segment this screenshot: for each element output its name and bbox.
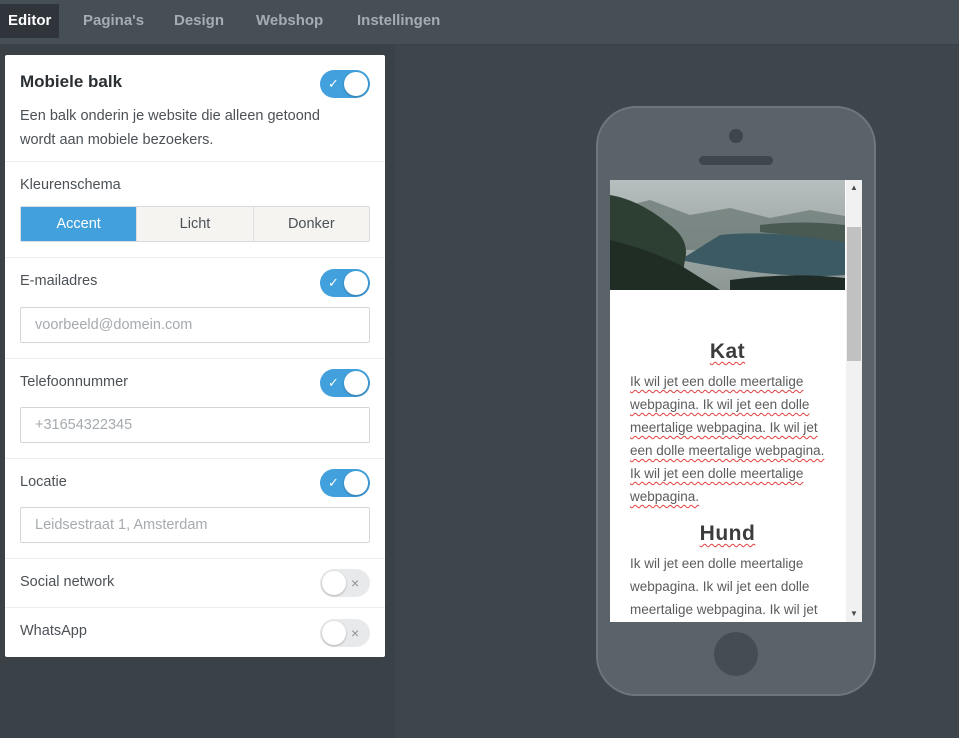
location-toggle[interactable]: ✓ — [320, 469, 370, 497]
divider — [5, 458, 385, 459]
toggle-knob — [322, 571, 346, 595]
phone-label: Telefoonnummer — [20, 374, 128, 390]
divider — [5, 161, 385, 162]
tab-editor[interactable]: Editor — [0, 4, 60, 38]
check-icon: ✓ — [328, 76, 339, 91]
email-field[interactable] — [20, 307, 370, 343]
preview-scrollbar[interactable]: ▲ ▼ — [846, 180, 862, 622]
top-navigation: Editor Pagina's Design Webshop Instellin… — [0, 0, 959, 45]
phone-camera — [729, 129, 743, 143]
check-icon: ✓ — [328, 275, 339, 290]
check-icon: ✓ — [328, 375, 339, 390]
whatsapp-label: WhatsApp — [20, 623, 87, 639]
mobile-preview-area: ▲ ▼ Kat Ik wil jet een dolle meertalige … — [395, 45, 959, 738]
divider — [5, 358, 385, 359]
color-scheme-accent-button[interactable]: Accent — [21, 207, 137, 241]
section-text-kat: Ik wil jet een dolle meertalige webpagin… — [630, 374, 825, 504]
divider — [5, 558, 385, 559]
settings-area: Mobiele balk ✓ Een balk onderin je websi… — [0, 45, 395, 738]
divider — [5, 257, 385, 258]
email-label: E-mailadres — [20, 273, 98, 289]
phone-home-button — [714, 632, 758, 676]
phone-frame: ▲ ▼ Kat Ik wil jet een dolle meertalige … — [596, 106, 876, 696]
color-scheme-light-button[interactable]: Licht — [136, 207, 252, 241]
close-icon: × — [351, 575, 360, 591]
toggle-knob — [344, 72, 368, 96]
social-network-toggle[interactable]: × — [320, 569, 370, 597]
preview-content: Kat Ik wil jet een dolle meertalige webp… — [630, 340, 825, 621]
scroll-down-arrow-icon[interactable]: ▼ — [846, 606, 862, 622]
tab-design[interactable]: Design — [174, 4, 224, 38]
hero-image — [610, 180, 845, 290]
scroll-up-arrow-icon[interactable]: ▲ — [846, 180, 862, 196]
mobile-bar-toggle[interactable]: ✓ — [320, 70, 370, 98]
email-toggle[interactable]: ✓ — [320, 269, 370, 297]
phone-field[interactable] — [20, 407, 370, 443]
divider — [5, 607, 385, 608]
check-icon: ✓ — [328, 475, 339, 490]
section-text-hund: Ik wil jet een dolle meertalige webpagin… — [630, 556, 818, 617]
phone-screen: ▲ ▼ Kat Ik wil jet een dolle meertalige … — [610, 180, 862, 622]
toggle-knob — [344, 471, 368, 495]
panel-title: Mobiele balk — [20, 72, 123, 91]
location-label: Locatie — [20, 474, 67, 490]
color-scheme-selector: Accent Licht Donker — [20, 206, 370, 242]
toggle-knob — [322, 621, 346, 645]
section-heading-hund: Hund — [699, 522, 756, 545]
mobile-bar-panel: Mobiele balk ✓ Een balk onderin je websi… — [5, 55, 385, 657]
color-scheme-dark-button[interactable]: Donker — [252, 207, 369, 241]
panel-description: Een balk onderin je website die alleen g… — [20, 108, 320, 148]
phone-toggle[interactable]: ✓ — [320, 369, 370, 397]
color-scheme-label: Kleurenschema — [20, 177, 121, 193]
tab-instellingen[interactable]: Instellingen — [357, 4, 440, 38]
section-heading-kat: Kat — [709, 340, 746, 363]
scrollbar-thumb[interactable] — [847, 227, 861, 361]
landscape-image — [610, 180, 845, 290]
tab-paginas[interactable]: Pagina's — [83, 4, 144, 38]
phone-speaker — [699, 156, 773, 165]
location-field[interactable] — [20, 507, 370, 543]
social-network-label: Social network — [20, 574, 115, 590]
whatsapp-toggle[interactable]: × — [320, 619, 370, 647]
toggle-knob — [344, 271, 368, 295]
close-icon: × — [351, 625, 360, 641]
tab-webshop[interactable]: Webshop — [256, 4, 323, 38]
toggle-knob — [344, 371, 368, 395]
